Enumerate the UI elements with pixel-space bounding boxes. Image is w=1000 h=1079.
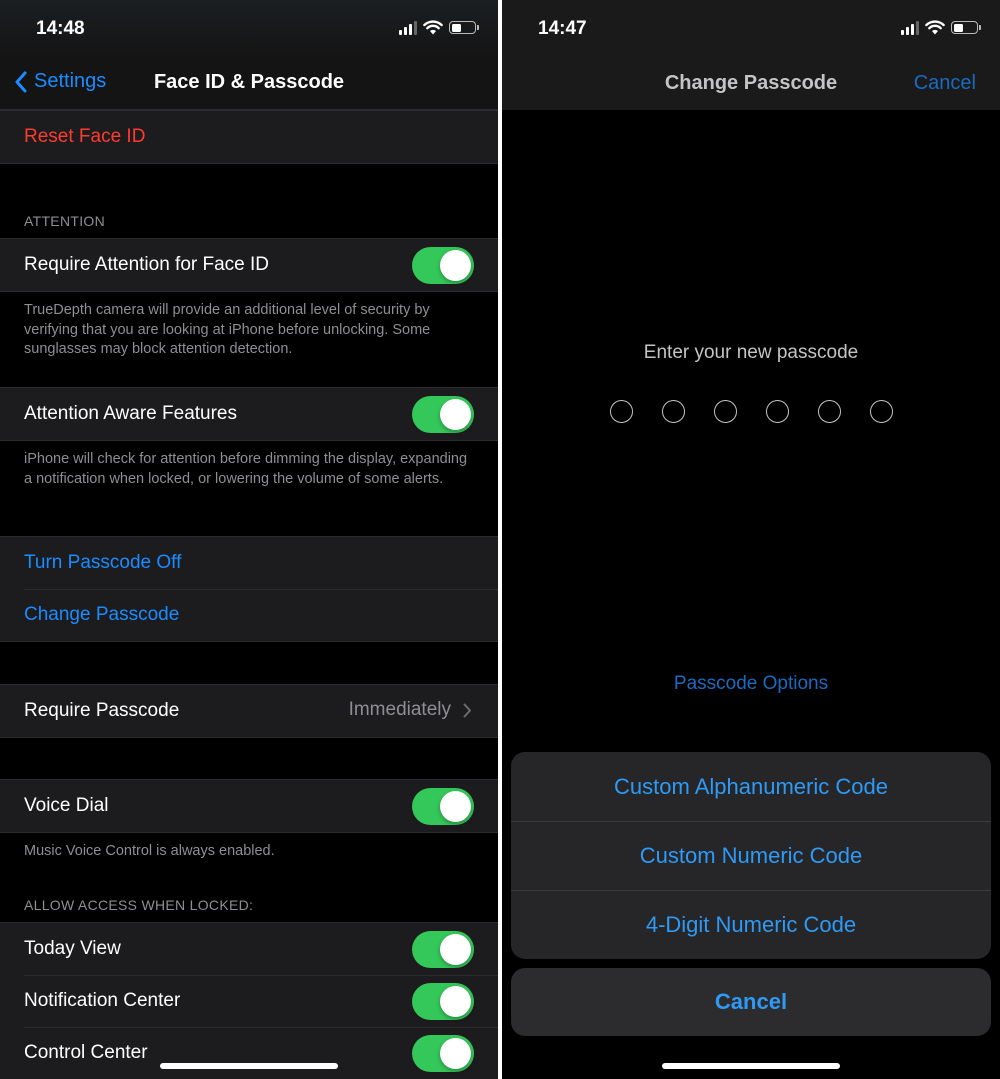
control-center-row: Control Center [0,1027,498,1079]
home-indicator[interactable] [662,1063,840,1069]
today-view-toggle[interactable] [412,931,474,968]
passcode-options-link[interactable]: Passcode Options [502,673,1000,695]
attention-header: ATTENTION [24,213,105,229]
attention-aware-label: Attention Aware Features [24,403,237,424]
custom-alphanumeric-code-option[interactable]: Custom Alphanumeric Code [511,752,991,821]
notification-center-label: Notification Center [24,990,181,1011]
require-attention-toggle[interactable] [412,247,474,284]
require-passcode-row[interactable]: Require Passcode Immediately [0,685,498,737]
status-icons [901,20,981,35]
chevron-right-icon [463,703,471,717]
wifi-icon [925,20,945,35]
attention-aware-toggle[interactable] [412,396,474,433]
passcode-dot [869,400,893,423]
require-attention-row: Require Attention for Face ID [0,239,498,291]
require-passcode-value-text: Immediately [348,699,451,720]
change-passcode-label: Change Passcode [24,604,180,625]
passcode-prompt: Enter your new passcode [643,342,859,363]
passcode-dot [817,400,841,423]
locked-access-header: ALLOW ACCESS WHEN LOCKED: [24,897,254,913]
notification-center-toggle[interactable] [412,983,474,1020]
reset-face-id-label: Reset Face ID [24,126,146,147]
cancel-button[interactable]: Cancel [914,72,976,95]
require-attention-label: Require Attention for Face ID [24,254,270,275]
navigation-bar: 14:47 Change Passcode Cancel [502,0,1000,110]
change-passcode-button[interactable]: Change Passcode [0,589,498,641]
page-title: Face ID & Passcode [153,71,345,93]
four-digit-numeric-code-option[interactable]: 4-Digit Numeric Code [511,890,991,959]
require-passcode-group: Require Passcode Immediately [0,684,498,738]
passcode-dots [502,400,1000,423]
status-time: 14:47 [538,18,587,39]
passcode-group: Turn Passcode Off Change Passcode [0,536,498,642]
passcode-dot [661,400,685,423]
reset-group: Reset Face ID [0,110,498,164]
today-view-row: Today View [0,923,498,975]
locked-access-group: Today View Notification Center Control C… [0,922,498,1079]
today-view-label: Today View [24,938,121,959]
status-icons [399,20,479,35]
turn-passcode-off-button[interactable]: Turn Passcode Off [0,537,498,589]
custom-numeric-code-option[interactable]: Custom Numeric Code [511,821,991,890]
passcode-dot [713,400,737,423]
voice-dial-toggle[interactable] [412,788,474,825]
cellular-signal-icon [399,20,417,35]
cellular-signal-icon [901,20,919,35]
status-bar: 14:48 [0,0,498,56]
voice-dial-group: Voice Dial [0,779,498,833]
attention-aware-footer: iPhone will check for attention before d… [24,451,468,487]
attention-aware-group: Attention Aware Features [0,387,498,441]
turn-passcode-off-label: Turn Passcode Off [24,552,182,573]
passcode-options-sheet: Custom Alphanumeric Code Custom Numeric … [511,752,991,959]
require-attention-group: Require Attention for Face ID [0,238,498,292]
wifi-icon [423,20,443,35]
require-attention-footer: TrueDepth camera will provide an additio… [24,302,431,357]
battery-icon [449,21,479,34]
reset-face-id-button[interactable]: Reset Face ID [0,111,498,163]
control-center-label: Control Center [24,1042,148,1063]
passcode-dot [609,400,633,423]
notification-center-row: Notification Center [0,975,498,1027]
home-indicator[interactable] [160,1063,338,1069]
voice-dial-label: Voice Dial [24,795,109,816]
control-center-toggle[interactable] [412,1035,474,1072]
change-passcode-screen: 14:47 Change Passcode Cancel Enter your … [502,0,1000,1079]
attention-aware-row: Attention Aware Features [0,388,498,440]
face-id-passcode-screen: 14:48 Settings Face ID & Passcode Reset … [0,0,498,1079]
navigation-bar: Settings Face ID & Passcode [0,56,498,110]
passcode-dot [765,400,789,423]
voice-dial-row: Voice Dial [0,780,498,832]
status-time: 14:48 [36,18,85,39]
sheet-cancel-button[interactable]: Cancel [511,968,991,1036]
require-passcode-label: Require Passcode [24,700,180,721]
battery-icon [951,21,981,34]
require-passcode-value: Immediately [349,699,472,721]
voice-dial-footer: Music Voice Control is always enabled. [24,843,275,859]
